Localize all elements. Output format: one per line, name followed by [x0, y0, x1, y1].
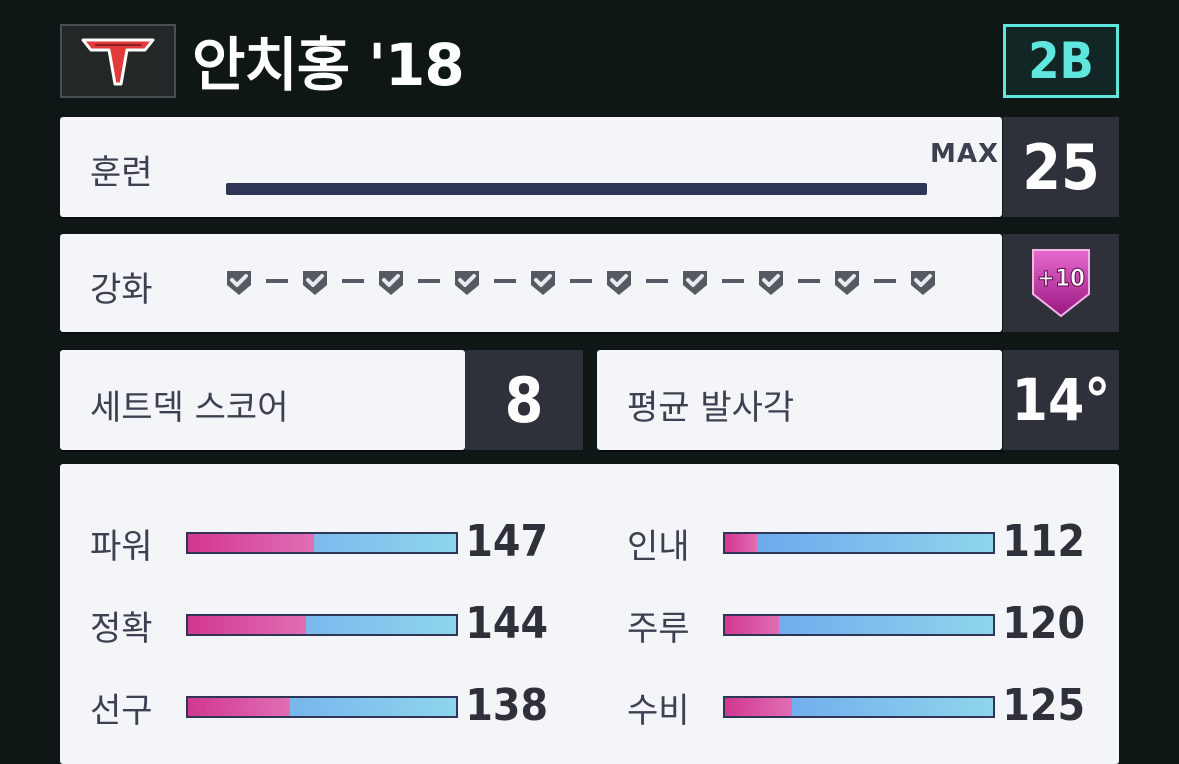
enhance-dash	[266, 279, 288, 283]
stat-bar	[186, 696, 458, 718]
enhance-check-icon	[906, 264, 940, 298]
stat-bar-fill	[725, 698, 792, 716]
setdeck-label: 세트덱 스코어	[90, 388, 289, 428]
player-name: 안치홍 '18	[192, 31, 465, 99]
enhance-check-icon	[526, 264, 560, 298]
stat-bar-fill	[725, 534, 758, 552]
enhance-check-icon	[754, 264, 788, 298]
stat-label: 수비	[627, 690, 690, 731]
stat-value: 147	[465, 516, 548, 567]
enhance-dash	[342, 279, 364, 283]
stat-label: 주루	[627, 608, 690, 649]
enhance-check-icon	[450, 264, 484, 298]
enhance-dash	[570, 279, 592, 283]
stat-label: 인내	[627, 526, 690, 567]
stats-panel: 파워 147 정확 144 선구 138 인내 112 주루 120 수비 125	[60, 464, 1119, 764]
team-t-logo-icon	[81, 38, 155, 86]
stat-bar	[186, 614, 458, 636]
enhance-check-icon	[374, 264, 408, 298]
stat-bar-fill	[725, 616, 779, 634]
enhance-check-icon	[602, 264, 636, 298]
stat-label: 파워	[90, 526, 153, 567]
enhance-dash	[798, 279, 820, 283]
stat-row: 주루	[627, 600, 995, 650]
stat-bar	[723, 532, 995, 554]
launch-angle-label: 평균 발사각	[627, 388, 795, 428]
training-max-label: MAX	[930, 139, 1000, 169]
enhance-check-icon	[830, 264, 864, 298]
stat-bar	[723, 614, 995, 636]
position-badge: 2B	[1003, 24, 1119, 98]
stat-value: 138	[465, 680, 548, 731]
enhance-plus10-badge-icon: +10	[1032, 249, 1090, 318]
team-logo	[60, 24, 176, 98]
enhance-badge-box: +10	[1003, 234, 1119, 332]
training-panel: 훈련 MAX	[60, 117, 1002, 217]
stat-row: 정확	[90, 600, 458, 650]
stat-row: 선구	[90, 682, 458, 732]
stat-value: 125	[1002, 680, 1085, 731]
launch-angle-value: 14°	[1003, 350, 1119, 450]
enhance-dash	[874, 279, 896, 283]
stat-value: 144	[465, 598, 548, 649]
stat-bar-fill	[188, 534, 314, 552]
training-level: 25	[1003, 117, 1119, 217]
enhance-badge-text: +10	[1037, 264, 1085, 292]
enhance-dash	[418, 279, 440, 283]
stat-label: 선구	[90, 690, 153, 731]
stat-bar-fill	[188, 616, 306, 634]
enhance-check-list	[222, 264, 940, 298]
enhance-check-icon	[678, 264, 712, 298]
training-label: 훈련	[90, 153, 153, 193]
stat-bar	[186, 532, 458, 554]
enhance-panel: 강화	[60, 234, 1002, 332]
setdeck-panel: 세트덱 스코어	[60, 350, 465, 450]
stat-bar-fill	[188, 698, 290, 716]
enhance-dash	[722, 279, 744, 283]
stat-value: 120	[1002, 598, 1085, 649]
enhance-dash	[646, 279, 668, 283]
enhance-dash	[494, 279, 516, 283]
launch-angle-panel: 평균 발사각	[597, 350, 1002, 450]
stat-label: 정확	[90, 608, 153, 649]
stat-value: 112	[1002, 516, 1085, 567]
stat-row: 수비	[627, 682, 995, 732]
enhance-label: 강화	[90, 270, 153, 310]
stat-row: 파워	[90, 518, 458, 568]
enhance-check-icon	[222, 264, 256, 298]
training-progress-bar	[226, 183, 927, 195]
enhance-check-icon	[298, 264, 332, 298]
stat-bar	[723, 696, 995, 718]
stat-row: 인내	[627, 518, 995, 568]
setdeck-value: 8	[465, 350, 583, 450]
